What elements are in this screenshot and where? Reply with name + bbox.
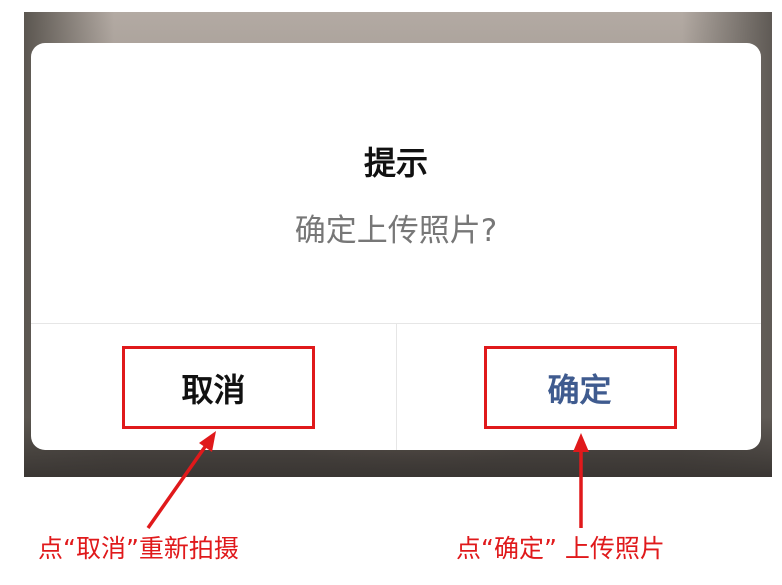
cancel-annotation-caption: 点“取消”重新拍摄 xyxy=(38,534,239,563)
dialog-title: 提示 xyxy=(363,144,428,182)
confirm-annotation-caption: 点“确定” 上传照片 xyxy=(456,534,665,563)
confirm-highlight-box xyxy=(484,346,677,429)
dialog-message: 确定上传照片? xyxy=(294,213,498,249)
cancel-highlight-box xyxy=(122,346,315,429)
